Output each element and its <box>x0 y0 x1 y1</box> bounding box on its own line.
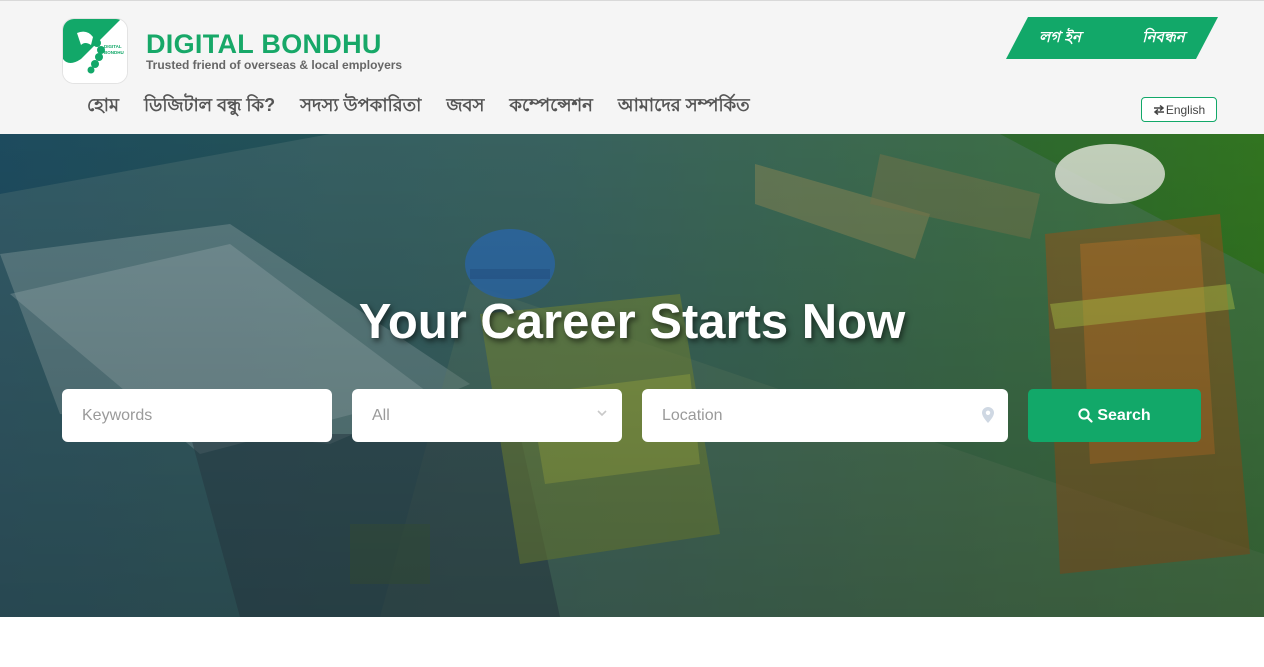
auth-buttons: লগ ইন নিবন্ধন <box>1006 17 1218 59</box>
location-input[interactable] <box>662 389 1008 442</box>
exchange-icon <box>1153 104 1164 115</box>
site-header: DIGITAL BONDHU DIGITAL BONDHU Trusted fr… <box>0 0 1264 134</box>
svg-text:BONDHU: BONDHU <box>104 50 124 55</box>
search-button-label: Search <box>1097 406 1151 424</box>
keywords-field[interactable] <box>62 389 332 442</box>
construction-workers-background-image <box>0 134 1264 617</box>
search-icon <box>1078 408 1093 423</box>
category-selected-value: All <box>372 406 390 424</box>
nav-item-home[interactable]: হোম <box>87 91 119 122</box>
nav-item-member-benefits[interactable]: সদস্য উপকারিতা <box>300 91 421 122</box>
nav-item-about-us[interactable]: আমাদের সম্পর্কিত <box>618 91 750 122</box>
hero-title: Your Career Starts Now <box>358 295 906 349</box>
map-marker-icon <box>982 407 994 423</box>
language-toggle-button[interactable]: English <box>1141 97 1217 122</box>
brand-logo[interactable]: DIGITAL BONDHU <box>62 18 128 84</box>
nav-item-jobs[interactable]: জবস <box>446 91 484 122</box>
nav-item-what-is[interactable]: ডিজিটাল বন্ধু কি? <box>144 91 275 122</box>
brand-name[interactable]: DIGITAL BONDHU <box>146 29 382 60</box>
chevron-down-icon <box>597 410 607 417</box>
category-select[interactable]: All <box>352 389 622 442</box>
hero-section: Your Career Starts Now All Search <box>0 134 1264 617</box>
brand-tagline: Trusted friend of overseas & local emplo… <box>146 58 403 72</box>
main-nav: হোম ডিজিটাল বন্ধু কি? সদস্য উপকারিতা জবস… <box>87 91 750 122</box>
keywords-input[interactable] <box>82 389 332 442</box>
location-field[interactable] <box>642 389 1008 442</box>
nav-item-compensation[interactable]: কম্পেন্সেশন <box>509 91 592 122</box>
svg-text:DIGITAL: DIGITAL <box>104 44 122 49</box>
language-label: English <box>1165 102 1206 117</box>
search-button[interactable]: Search <box>1028 389 1201 442</box>
handshake-logo-icon: DIGITAL BONDHU <box>63 19 127 83</box>
